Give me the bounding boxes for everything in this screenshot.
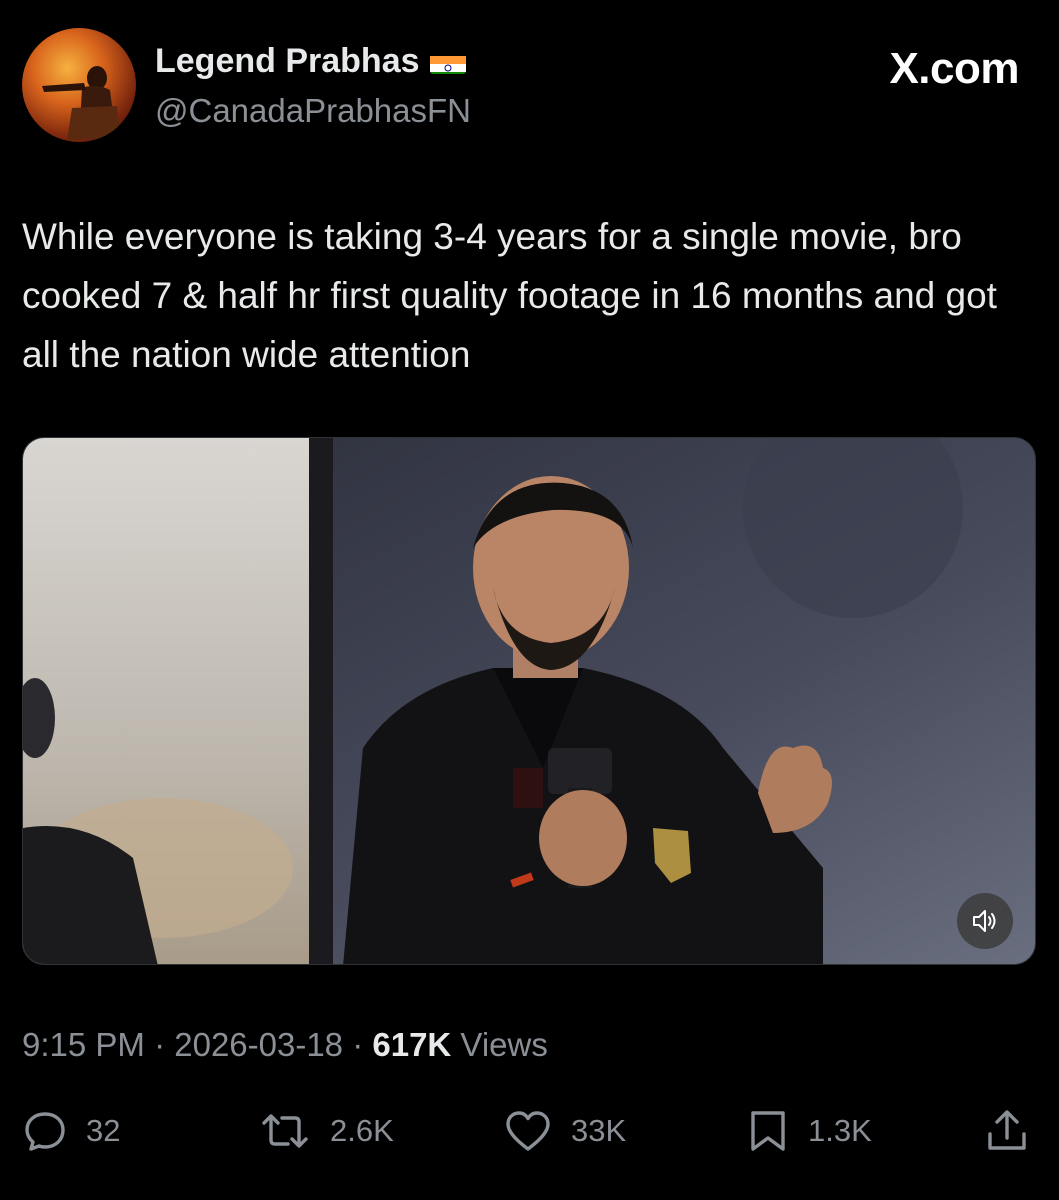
like-count: 33K	[571, 1113, 627, 1148]
reply-button[interactable]: 32	[22, 1108, 120, 1154]
tweet-date[interactable]: 2026-03-18	[174, 1026, 343, 1063]
tweet-meta: 9:15 PM · 2026-03-18 · 617K Views	[22, 1026, 548, 1064]
video-frame	[23, 438, 1035, 964]
views-count[interactable]: 617K	[372, 1026, 451, 1063]
bookmark-count: 1.3K	[808, 1113, 872, 1148]
brand-watermark: X.com	[889, 44, 1019, 93]
india-flag-icon	[429, 50, 466, 74]
repost-icon	[262, 1114, 308, 1148]
reply-count: 32	[86, 1113, 121, 1148]
repost-count: 2.6K	[330, 1113, 394, 1148]
views-label: Views	[451, 1026, 548, 1063]
tweet-text: While everyone is taking 3-4 years for a…	[22, 216, 997, 375]
heart-icon	[506, 1111, 550, 1151]
share-button[interactable]	[984, 1108, 1030, 1154]
meta-separator: ·	[343, 1026, 373, 1063]
meta-separator: ·	[144, 1026, 175, 1063]
avatar[interactable]	[22, 28, 136, 142]
speaker-mute-icon	[973, 910, 996, 932]
tweet-time[interactable]: 9:15 PM	[22, 1026, 145, 1063]
video-player[interactable]	[22, 437, 1036, 965]
mute-button[interactable]	[957, 893, 1013, 949]
share-icon	[988, 1110, 1026, 1150]
author-handle[interactable]: @CanadaPrabhasFN	[155, 92, 471, 130]
repost-button[interactable]: 2.6K	[258, 1108, 394, 1154]
bookmark-button[interactable]: 1.3K	[746, 1108, 872, 1154]
display-name[interactable]: Legend Prabhas	[155, 42, 420, 81]
reply-icon	[25, 1112, 65, 1151]
author-name[interactable]: Legend Prabhas	[155, 42, 466, 81]
bookmark-icon	[751, 1111, 785, 1151]
like-button[interactable]: 33K	[503, 1108, 626, 1154]
